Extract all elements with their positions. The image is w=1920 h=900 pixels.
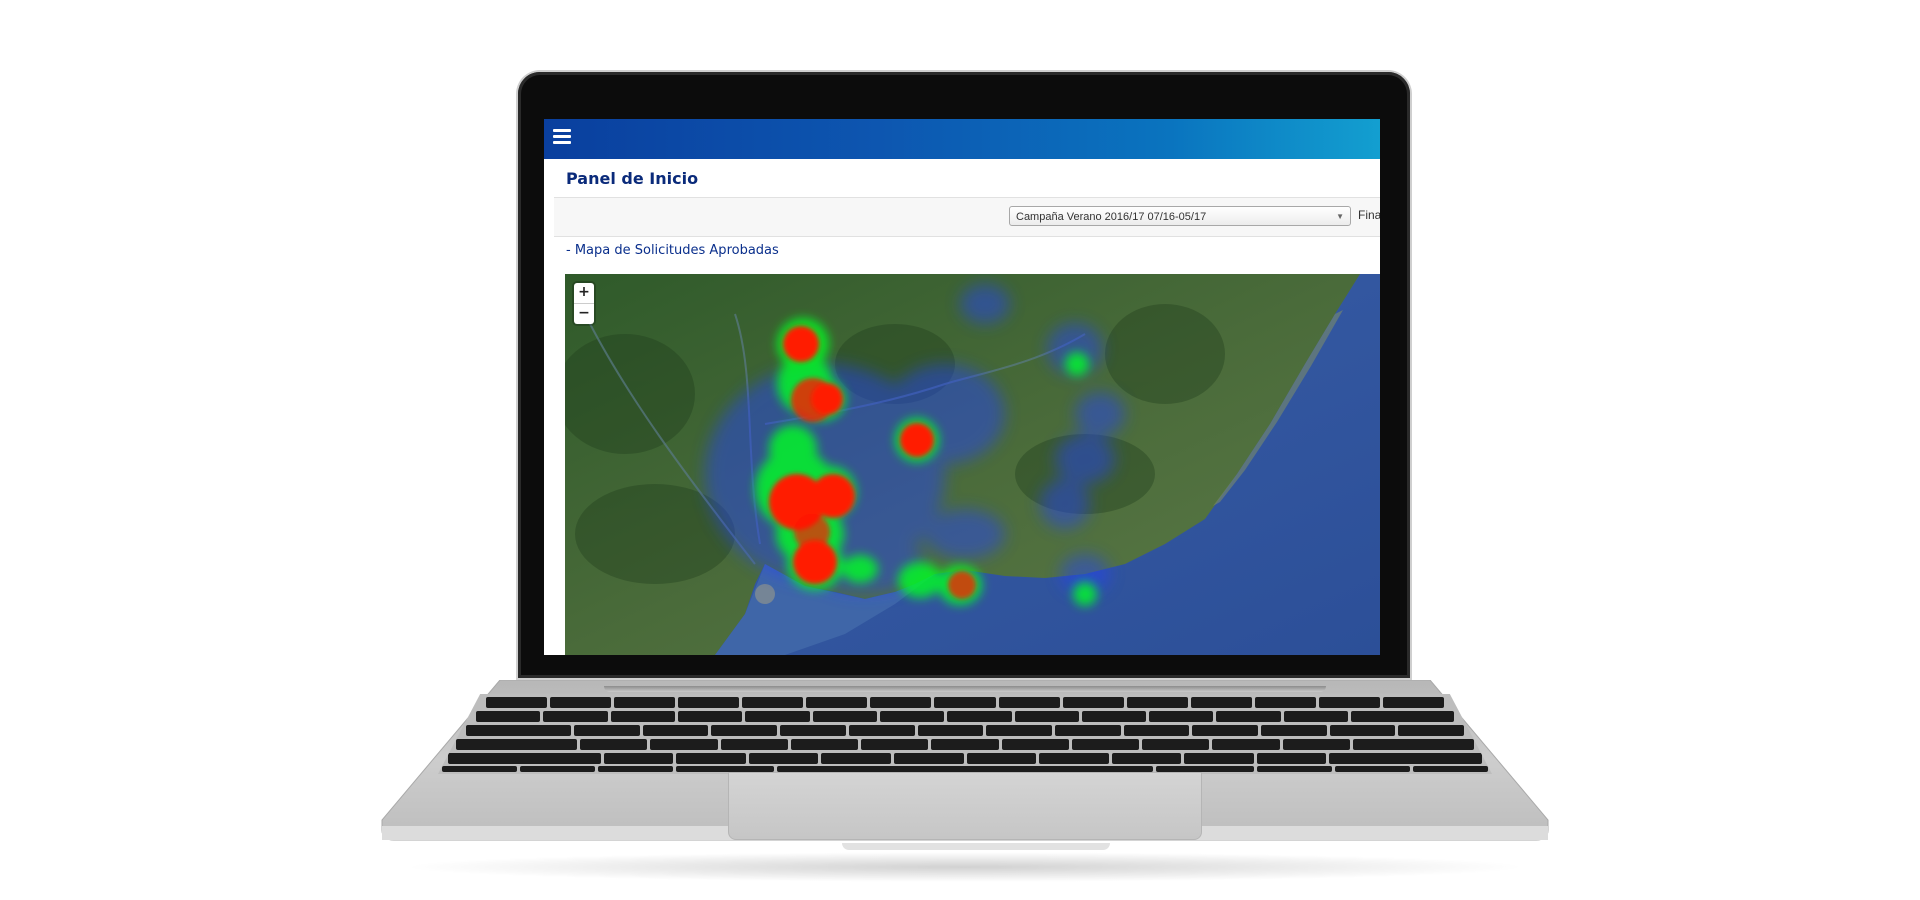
zoom-out-button[interactable]: − [574,303,594,324]
hamburger-menu-icon[interactable] [553,127,573,147]
campaign-select-value: Campaña Verano 2016/17 07/16-05/17 [1016,211,1207,223]
heatmap-map[interactable]: + − [565,274,1380,655]
lid-notch [842,843,1110,850]
divider [554,236,1380,237]
filter-bar: Campaña Verano 2016/17 07/16-05/17 ▼ Fin… [554,198,1380,236]
chevron-down-icon: ▼ [1336,212,1344,221]
laptop-lid: Panel de Inicio Campaña Verano 2016/17 0… [518,72,1410,678]
zoom-in-button[interactable]: + [574,283,594,303]
city-area [755,584,775,604]
top-navigation-bar [544,119,1380,159]
map-section-toggle[interactable]: - Mapa de Solicitudes Aprobadas [566,243,779,258]
laptop-shadow [400,852,1530,882]
trackpad [728,772,1202,840]
campaign-select[interactable]: Campaña Verano 2016/17 07/16-05/17 ▼ [1009,206,1351,226]
keyboard [438,694,1492,774]
page-title: Panel de Inicio [566,169,699,188]
hinge [604,686,1326,692]
zoom-control: + − [574,283,594,324]
filter-label: Fina [1358,208,1380,222]
screen: Panel de Inicio Campaña Verano 2016/17 0… [544,119,1380,655]
satellite-map-layer [565,274,1380,655]
